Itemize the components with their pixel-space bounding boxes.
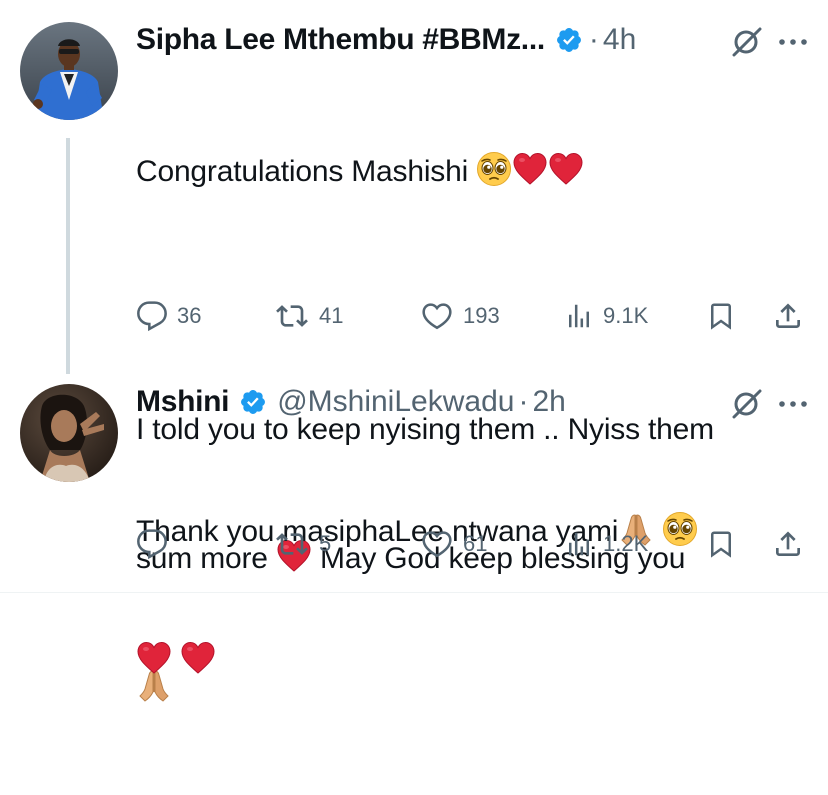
- tweet-2[interactable]: Mshini @MshiniLekwadu · 2h Thank you mas…: [0, 372, 828, 592]
- like-button[interactable]: 193: [420, 296, 500, 336]
- share-icon: [776, 303, 800, 328]
- like-icon: [422, 303, 452, 330]
- views-button[interactable]: 9.1K: [564, 296, 648, 336]
- repost-count: 41: [319, 303, 344, 328]
- view-count: 1.2K: [603, 531, 649, 556]
- like-count: 193: [463, 303, 500, 328]
- text-segment: Congratulations Mashishi: [136, 155, 469, 188]
- bottom-divider: [0, 592, 828, 593]
- time-separator: ·: [518, 385, 529, 418]
- more-icon[interactable]: [778, 38, 808, 46]
- grok-icon[interactable]: [730, 389, 764, 419]
- tweet-text: Thank you masiphaLee ntwana yami: [136, 424, 808, 768]
- tweet-top-actions: [730, 27, 808, 57]
- reply-button[interactable]: [136, 524, 177, 564]
- bookmark-button[interactable]: [706, 296, 736, 336]
- timestamp[interactable]: 4h: [603, 23, 636, 57]
- text-line: [136, 639, 808, 682]
- like-icon: [422, 531, 452, 558]
- more-icon[interactable]: [778, 400, 808, 408]
- verified-badge-icon[interactable]: [555, 26, 583, 54]
- display-name[interactable]: Mshini: [136, 385, 230, 419]
- reply-button[interactable]: 36: [136, 296, 201, 336]
- time-separator: ·: [588, 23, 599, 56]
- bookmark-icon: [711, 303, 731, 330]
- tweet-top-actions: [730, 389, 808, 419]
- bookmark-button[interactable]: [706, 524, 736, 564]
- red-heart-emoji: [180, 640, 216, 676]
- bookmark-icon: [711, 531, 731, 558]
- tweet-header: Sipha Lee Mthembu #BBMz... · 4h: [136, 22, 636, 58]
- verified-badge-icon[interactable]: [239, 388, 267, 416]
- repost-icon: [276, 533, 308, 555]
- tweet-actions: 36 41 193 9.1K: [136, 296, 808, 336]
- view-count: 9.1K: [603, 303, 649, 328]
- avatar-sipha[interactable]: [20, 22, 118, 120]
- like-count: 61: [463, 531, 488, 556]
- red-heart-emoji: [136, 640, 172, 676]
- tweet-actions: 5 61 1.2K: [136, 524, 808, 564]
- like-button[interactable]: 61: [420, 524, 487, 564]
- text-line: Congratulations Mashishi: [136, 150, 808, 193]
- thread-line: [66, 138, 70, 374]
- repost-count: 5: [319, 531, 332, 556]
- repost-icon: [276, 305, 308, 327]
- reply-icon: [137, 301, 167, 332]
- avatar-mshini[interactable]: [20, 384, 118, 482]
- red-heart-emoji: [548, 151, 584, 187]
- tweet-header: Mshini @MshiniLekwadu · 2h: [136, 384, 566, 420]
- views-button[interactable]: 1.2K: [564, 524, 648, 564]
- share-button[interactable]: [772, 524, 804, 564]
- views-icon: [569, 532, 589, 556]
- views-icon: [569, 304, 589, 328]
- reply-icon: [137, 529, 167, 560]
- handle[interactable]: @MshiniLekwadu: [277, 385, 514, 419]
- grok-icon[interactable]: [730, 27, 764, 57]
- timestamp[interactable]: 2h: [532, 385, 565, 419]
- share-button[interactable]: [772, 296, 804, 336]
- share-icon: [776, 531, 800, 556]
- red-heart-emoji: [512, 151, 548, 187]
- pleading-face-emoji: [476, 151, 512, 187]
- tweet-1[interactable]: Sipha Lee Mthembu #BBMz... · 4h Congratu…: [0, 0, 828, 372]
- repost-button[interactable]: 5: [274, 524, 331, 564]
- repost-button[interactable]: 41: [274, 296, 343, 336]
- display-name[interactable]: Sipha Lee Mthembu #BBMz...: [136, 23, 545, 57]
- reply-count: 36: [177, 303, 202, 328]
